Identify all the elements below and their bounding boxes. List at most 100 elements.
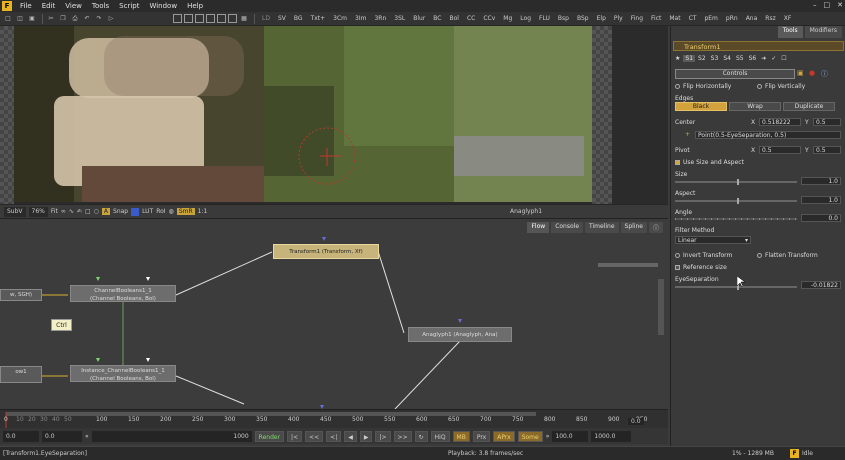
forward-range-icon[interactable]: » — [546, 433, 550, 440]
viewer-image[interactable] — [14, 26, 592, 202]
bspline-icon[interactable]: ∿ — [69, 208, 74, 215]
tool-mg[interactable]: Mg — [499, 13, 516, 25]
close-icon[interactable]: ✕ — [837, 1, 843, 9]
text-tool-icon[interactable]: A — [101, 208, 111, 215]
node-transform[interactable]: Transform1 (Transform, Xf) — [273, 244, 379, 259]
rect-icon[interactable]: □ — [85, 208, 91, 215]
zoom-field[interactable]: 76% — [28, 206, 48, 217]
polyline-icon[interactable]: ∞ — [61, 208, 66, 215]
global-end-field[interactable]: 1000.0 — [591, 430, 632, 442]
flip-h-option[interactable]: Flip Horizontally — [675, 83, 731, 90]
tool-mat[interactable]: Mat — [665, 13, 684, 25]
version-s5[interactable]: S5 — [734, 55, 746, 62]
maximize-icon[interactable]: □ — [824, 1, 831, 9]
version-s4[interactable]: S4 — [721, 55, 733, 62]
loop-icon[interactable]: ↻ — [414, 430, 428, 442]
tab-modifiers[interactable]: Modifiers — [804, 26, 842, 38]
tool-3rn[interactable]: 3Rn — [370, 13, 390, 25]
minimize-icon[interactable]: – — [813, 1, 817, 9]
tool-blur[interactable]: Blur — [409, 13, 429, 25]
use-size-option[interactable]: Use Size and Aspect — [675, 159, 744, 166]
controls-tab[interactable]: Controls — [675, 69, 795, 79]
aspect-slider-knob[interactable] — [737, 198, 739, 204]
flip-v-option[interactable]: Flip Vertically — [757, 83, 805, 90]
tool-3sl[interactable]: 3SL — [390, 13, 409, 25]
tool-fing[interactable]: Fing — [627, 13, 647, 25]
tool-ply[interactable]: Ply — [610, 13, 627, 25]
tool-ccv[interactable]: CCv — [479, 13, 499, 25]
layout-split-icon[interactable] — [195, 14, 204, 23]
menu-window[interactable]: Window — [144, 2, 182, 10]
time-slider[interactable]: 1000 — [91, 430, 252, 442]
play-icon[interactable]: ▷ — [106, 14, 116, 24]
save-icon[interactable]: ▣ — [27, 14, 37, 24]
center-x-field[interactable]: 0.518222 — [759, 118, 801, 126]
tool-fict[interactable]: Fict — [647, 13, 665, 25]
prx-button[interactable]: Prx — [472, 430, 491, 442]
tool-ld[interactable]: LD — [258, 13, 274, 25]
paste-icon[interactable]: ⎙ — [70, 14, 80, 24]
arrow-icon[interactable]: ➜ — [759, 55, 768, 62]
tool-header[interactable]: Transform1 — [673, 41, 844, 51]
tool-bg[interactable]: BG — [290, 13, 307, 25]
node-channel-booleans[interactable]: ChannelBooleans1_1 (Channel Booleans, Bo… — [70, 285, 176, 302]
help-icon[interactable]: ⓘ — [821, 69, 828, 79]
render-start-field[interactable]: 0.0 — [42, 430, 82, 442]
disable-icon[interactable]: ● — [809, 69, 815, 77]
menu-tools[interactable]: Tools — [87, 2, 114, 10]
ratio-button[interactable]: 1:1 — [198, 208, 208, 215]
tool-ct[interactable]: CT — [685, 13, 701, 25]
size-field[interactable]: 1.0 — [801, 177, 841, 185]
step-back-icon[interactable]: <| — [326, 430, 342, 442]
eye-separation-slider[interactable] — [675, 286, 797, 288]
tool-pem[interactable]: pEm — [700, 13, 721, 25]
tool-sv[interactable]: SV — [274, 13, 290, 25]
first-frame-icon[interactable]: |< — [287, 430, 303, 442]
version-s3[interactable]: S3 — [709, 55, 721, 62]
rewind-range-icon[interactable]: « — [85, 433, 89, 440]
tool-txt[interactable]: Txt+ — [307, 13, 330, 25]
edges-duplicate-button[interactable]: Duplicate — [783, 102, 835, 111]
copy-icon[interactable]: ❐ — [58, 14, 68, 24]
tool-bc[interactable]: BC — [429, 13, 445, 25]
layout-grid-icon[interactable] — [184, 14, 193, 23]
tool-ana[interactable]: Ana — [742, 13, 762, 25]
undo-icon[interactable]: ↶ — [82, 14, 92, 24]
check-icon[interactable]: ✓ — [769, 55, 778, 62]
center-y-field[interactable]: 0.5 — [813, 118, 841, 126]
tool-cc[interactable]: CC — [463, 13, 479, 25]
expression-plus-icon[interactable]: + — [685, 131, 690, 138]
aspect-field[interactable]: 1.0 — [801, 196, 841, 204]
layout-tall-icon[interactable] — [217, 14, 226, 23]
next-key-icon[interactable]: >> — [393, 430, 412, 442]
roi-button[interactable]: RoI — [156, 208, 165, 215]
current-time-field[interactable]: 0.0 — [628, 418, 644, 425]
flatten-transform-option[interactable]: Flatten Transform — [757, 252, 818, 259]
tool-bsp2[interactable]: BSp — [573, 13, 593, 25]
hiq-button[interactable]: HiQ — [430, 430, 450, 442]
menu-view[interactable]: View — [60, 2, 87, 10]
edges-wrap-button[interactable]: Wrap — [729, 102, 781, 111]
tool-rsz[interactable]: Rsz — [761, 13, 779, 25]
step-forward-icon[interactable]: |> — [375, 430, 391, 442]
fit-button[interactable]: Fit — [51, 208, 58, 215]
subview-button[interactable]: SubV — [4, 206, 26, 217]
node-left-top[interactable]: w, SGH) — [0, 289, 42, 301]
tool-3cm[interactable]: 3Cm — [329, 13, 351, 25]
edges-black-button[interactable]: Black — [675, 102, 727, 111]
global-start-field[interactable]: 0.0 — [3, 430, 39, 442]
invert-transform-option[interactable]: Invert Transform — [675, 252, 732, 259]
tab-tools[interactable]: Tools — [777, 26, 803, 38]
render-button[interactable]: Render — [254, 430, 285, 442]
open-icon[interactable]: ◫ — [15, 14, 25, 24]
play-forward-icon[interactable]: ▶ — [359, 430, 373, 442]
size-slider-knob[interactable] — [737, 179, 739, 185]
cut-icon[interactable]: ✂ — [46, 14, 56, 24]
angle-field[interactable]: 0.0 — [801, 214, 841, 222]
prev-key-icon[interactable]: << — [305, 430, 324, 442]
layout-single-icon[interactable] — [173, 14, 182, 23]
pin-icon[interactable]: ★ — [673, 55, 682, 62]
flow-scrollbar[interactable] — [658, 279, 664, 335]
new-icon[interactable]: □ — [3, 14, 13, 24]
reference-size-option[interactable]: Reference size — [675, 264, 727, 271]
